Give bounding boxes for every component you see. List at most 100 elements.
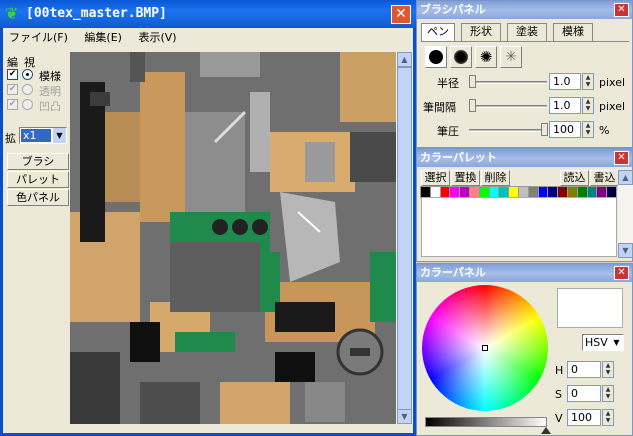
tab-paint[interactable]: 塗装 — [507, 23, 547, 41]
s-input[interactable]: 0 — [567, 385, 601, 402]
color-panel-button[interactable]: 色パネル — [7, 189, 69, 206]
radius-label: 半径 — [437, 77, 459, 90]
dropdown-arrow-icon[interactable]: ▼ — [610, 335, 623, 350]
color-mode-select[interactable]: HSV ▼ — [582, 334, 624, 351]
checkbox-disabled-icon[interactable]: ✔ — [7, 84, 18, 95]
color-swatch[interactable] — [518, 186, 529, 198]
palette-toolbar: 選択 置換 削除 読込 書込 — [421, 170, 619, 186]
radius-slider[interactable] — [469, 81, 547, 84]
palette-panel-button[interactable]: パレット — [7, 171, 69, 188]
checkbox-checked-icon[interactable]: ✔ — [7, 69, 18, 80]
scroll-up-icon[interactable]: ▲ — [618, 170, 633, 185]
color-swatch[interactable] — [429, 186, 441, 198]
check-row-bump[interactable]: ✔ 凹凸 — [7, 98, 69, 113]
palette-scrollbar[interactable]: ▲ ▼ — [618, 170, 633, 258]
palette-panel: カラーパレット ✕ 選択 置換 削除 読込 書込 ▲ ▼ — [416, 148, 633, 262]
color-swatch[interactable] — [459, 186, 471, 198]
h-input[interactable]: 0 — [567, 361, 601, 378]
tab-pen[interactable]: ペン — [421, 23, 455, 41]
round-brush-icon[interactable] — [425, 46, 447, 68]
close-button[interactable]: ✕ — [391, 5, 411, 24]
color-swatch[interactable] — [508, 186, 520, 198]
radius-input[interactable]: 1.0 — [549, 73, 581, 90]
color-swatch[interactable] — [557, 186, 569, 198]
menu-edit[interactable]: 編集(E) — [84, 31, 122, 44]
check-row-transparent[interactable]: ✔ 透明 — [7, 83, 69, 98]
pressure-unit: % — [599, 124, 610, 137]
scroll-down-icon[interactable]: ▼ — [618, 243, 633, 258]
value-gradient-bar[interactable] — [425, 417, 547, 427]
color-wheel[interactable] — [422, 285, 548, 411]
current-color-swatch — [557, 288, 623, 328]
color-swatch[interactable] — [586, 186, 598, 198]
check-row-pattern[interactable]: ✔ 模様 — [7, 68, 69, 83]
color-swatch[interactable] — [537, 186, 549, 198]
delete-button[interactable]: 削除 — [481, 170, 510, 186]
color-swatch[interactable] — [567, 186, 578, 198]
color-swatch[interactable] — [527, 186, 539, 198]
brush-panel-title[interactable]: ブラシパネル — [417, 1, 632, 19]
scroll-up-icon[interactable]: ▲ — [397, 52, 412, 67]
tool-area: 編 視 ✔ 模様 ✔ 透明 ✔ 凹凸 拡 x1 ▼ ブラシ パレット 色パネル — [5, 52, 69, 232]
pressure-input[interactable]: 100 — [549, 121, 581, 138]
close-icon[interactable]: ✕ — [614, 151, 629, 165]
v-spinner[interactable]: ▲ ▼ — [602, 409, 614, 426]
soft-brush-icon[interactable] — [450, 46, 472, 68]
select-button[interactable]: 選択 — [421, 170, 450, 186]
spacing-input[interactable]: 1.0 — [549, 97, 581, 114]
color-swatch[interactable] — [498, 186, 510, 198]
color-panel-title[interactable]: カラーパネル — [417, 264, 632, 282]
color-swatch[interactable] — [576, 186, 588, 198]
s-label: S — [555, 388, 562, 401]
load-button[interactable]: 読込 — [560, 170, 589, 186]
color-swatch[interactable] — [478, 186, 490, 198]
palette-panel-title[interactable]: カラーパレット — [417, 149, 632, 167]
color-panel: カラーパネル ✕ HSV ▼ H 0 ▲ ▼ S 0 ▲ ▼ V 100 ▲ ▼ — [416, 263, 633, 436]
color-swatch[interactable] — [469, 186, 480, 198]
texture-canvas[interactable] — [70, 52, 396, 424]
checkbox-disabled-icon[interactable]: ✔ — [7, 99, 18, 110]
color-swatch[interactable] — [547, 186, 559, 198]
app-leaf-icon: ❦ — [5, 4, 19, 23]
tab-shape[interactable]: 形状 — [461, 23, 501, 41]
s-spinner[interactable]: ▲ ▼ — [602, 385, 614, 402]
color-swatch[interactable] — [439, 186, 451, 198]
color-swatch[interactable] — [420, 186, 431, 198]
tab-pattern[interactable]: 模様 — [553, 23, 593, 41]
menu-view[interactable]: 表示(V) — [138, 31, 176, 44]
v-input[interactable]: 100 — [567, 409, 601, 426]
spacing-slider-thumb[interactable] — [469, 99, 476, 112]
save-button[interactable]: 書込 — [590, 170, 619, 186]
radio-on-icon[interactable] — [22, 69, 33, 80]
scroll-down-icon[interactable]: ▼ — [397, 409, 412, 424]
h-spinner[interactable]: ▲ ▼ — [602, 361, 614, 378]
menu-file[interactable]: ファイル(F) — [9, 31, 68, 44]
color-swatch[interactable] — [596, 186, 608, 198]
color-swatch[interactable] — [449, 186, 461, 198]
radio-off-icon[interactable] — [22, 99, 33, 110]
brush-panel-button[interactable]: ブラシ — [7, 153, 69, 170]
vertical-scrollbar[interactable]: ▲ ▼ — [396, 52, 413, 424]
radius-spinner[interactable]: ▲ ▼ — [582, 73, 594, 90]
color-swatch[interactable] — [606, 186, 618, 198]
close-icon[interactable]: ✕ — [614, 3, 629, 17]
spacing-slider[interactable] — [469, 105, 547, 108]
zoom-select[interactable]: x1 ▼ — [19, 127, 67, 144]
pressure-slider[interactable] — [469, 129, 547, 132]
main-titlebar[interactable]: ❦ [00tex_master.BMP] ✕ — [0, 0, 416, 28]
radius-slider-thumb[interactable] — [469, 75, 476, 88]
scatter-brush-icon[interactable]: ✺ — [475, 46, 497, 68]
replace-button[interactable]: 置換 — [451, 170, 480, 186]
close-icon[interactable]: ✕ — [614, 266, 629, 280]
palette-area[interactable] — [421, 197, 617, 257]
pressure-slider-thumb[interactable] — [541, 123, 548, 136]
spacing-spinner[interactable]: ▲ ▼ — [582, 97, 594, 114]
color-swatch[interactable] — [488, 186, 500, 198]
radio-off-icon[interactable] — [22, 84, 33, 95]
pressure-spinner[interactable]: ▲ ▼ — [582, 121, 594, 138]
dropdown-arrow-icon[interactable]: ▼ — [53, 128, 66, 143]
color-picker-marker[interactable] — [482, 345, 488, 351]
scroll-thumb[interactable] — [397, 67, 412, 412]
value-marker-icon[interactable] — [541, 427, 551, 434]
spray-brush-icon[interactable]: ✳ — [500, 46, 522, 68]
